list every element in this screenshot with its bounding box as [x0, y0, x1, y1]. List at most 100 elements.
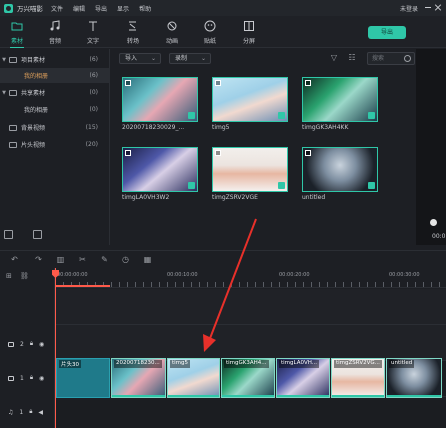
title-bar: 万兴喵影 文件 编辑 导出 显示 帮助 未登录 [0, 0, 446, 16]
chevron-down-icon: ⌄ [200, 55, 206, 62]
volume-slider-knob[interactable] [430, 219, 437, 226]
grid-view-icon[interactable]: ☷ [347, 53, 357, 63]
transition-icon [129, 21, 136, 31]
media-panel: 导入 ⌄ 录制 ⌄ ▽ ☷ 搜索 20200718230029_... timg… [111, 49, 416, 245]
timeline-clip[interactable]: timgZSRV2VG... [331, 358, 385, 398]
timeline-ruler[interactable]: 00:00:00:00 00:00:10:00 00:00:20:00 00:0… [55, 268, 446, 288]
delete-folder-icon[interactable] [33, 230, 42, 239]
expand-down-icon[interactable]: ▼ [0, 90, 8, 96]
export-button[interactable]: 导出 [368, 26, 406, 39]
speaker-icon[interactable]: ◀ [38, 409, 43, 416]
playhead[interactable] [55, 268, 56, 428]
media-item[interactable]: timgZSRV2VGE [212, 147, 288, 202]
video-track-2[interactable] [56, 325, 446, 361]
timeline-clip[interactable]: 片头30 [56, 358, 110, 398]
track-header-icons: ⊞ ⛓ [6, 272, 29, 280]
minimize-icon[interactable] [424, 3, 432, 11]
menu-edit[interactable]: 编辑 [73, 4, 85, 13]
expand-down-icon[interactable]: ▼ [0, 57, 8, 63]
work-area-bar[interactable] [55, 285, 110, 287]
sidebar-item-opening-video[interactable]: 片头视频 (20) [0, 137, 110, 152]
chevron-down-icon: ⌄ [150, 55, 156, 62]
media-item[interactable]: 20200718230029_... [122, 77, 198, 132]
check-icon [368, 182, 375, 189]
check-icon [278, 112, 285, 119]
link-icon[interactable]: ⛓ [20, 272, 29, 280]
menu-view[interactable]: 显示 [117, 4, 129, 13]
image-tag-icon [215, 150, 221, 156]
ruler-ticks [55, 282, 446, 287]
mosaic-icon[interactable]: ▦ [143, 255, 152, 264]
track-2-controls: 2 🔒︎ ◉ [8, 340, 44, 348]
lock-icon[interactable]: 🔒︎ [30, 374, 33, 382]
timeline-clip[interactable]: timg5 [167, 358, 220, 398]
tab-split-screen[interactable]: 分屏 [236, 20, 262, 45]
timeline-clip[interactable]: timgLA0VH... [276, 358, 330, 398]
add-track-icon[interactable]: ⊞ [6, 272, 12, 280]
audio-track[interactable] [56, 400, 446, 428]
image-tag-icon [305, 80, 311, 86]
track-controls: ⊞ ⛓ 2 🔒︎ ◉ 1 🔒︎ ◉ ♫ 1 🔒︎ ◀ [0, 268, 55, 428]
close-icon[interactable] [434, 3, 442, 11]
app-logo-icon [4, 3, 13, 13]
media-filter-bar: 导入 ⌄ 录制 ⌄ ▽ ☷ 搜索 [111, 49, 416, 67]
check-icon [188, 182, 195, 189]
check-icon [368, 112, 375, 119]
menu-bar: 文件 编辑 导出 显示 帮助 [51, 4, 161, 13]
folder-icon [9, 56, 17, 63]
tab-transition[interactable]: 转场 [120, 20, 146, 45]
media-item[interactable]: timg5 [212, 77, 288, 132]
video-track-icon [8, 375, 14, 381]
tab-text[interactable]: 文字 [80, 20, 106, 45]
media-thumbnail [302, 147, 378, 192]
check-icon [188, 112, 195, 119]
folder-icon [11, 22, 23, 31]
tab-animation[interactable]: 动画 [159, 20, 185, 45]
menu-file[interactable]: 文件 [51, 4, 63, 13]
speed-icon[interactable]: ◷ [121, 255, 130, 264]
sticker-icon [204, 20, 216, 32]
media-item[interactable]: timgGK3AH4KK [302, 77, 378, 132]
sidebar-item-my-album[interactable]: 我的相册 (6) [0, 68, 110, 83]
timeline-clip[interactable]: 20200718230... [111, 358, 166, 398]
sidebar-item-my-album-2[interactable]: 我的相册 (0) [0, 102, 110, 117]
import-dropdown[interactable]: 导入 ⌄ [119, 53, 161, 64]
search-icon[interactable] [404, 55, 411, 62]
lock-icon[interactable]: 🔒︎ [29, 408, 32, 416]
menu-export[interactable]: 导出 [95, 4, 107, 13]
media-thumbnail [122, 147, 198, 192]
filter-icon[interactable]: ▽ [329, 53, 339, 63]
media-thumbnail [212, 147, 288, 192]
track-1-controls: 1 🔒︎ ◉ [8, 374, 44, 382]
login-status[interactable]: 未登录 [400, 4, 418, 13]
media-item[interactable]: untitled [302, 147, 378, 202]
lock-icon[interactable]: 🔒︎ [30, 340, 33, 348]
sidebar-item-project-media[interactable]: ▼ 项目素材 (6) [0, 52, 110, 67]
timeline-clip[interactable]: timgGK3AH4... [221, 358, 275, 398]
sidebar-item-background-video[interactable]: 背景视频 (15) [0, 120, 110, 135]
redo-icon[interactable]: ↷ [34, 255, 43, 264]
image-tag-icon [305, 150, 311, 156]
media-item[interactable]: timgLA0VH3W2 [122, 147, 198, 202]
split-screen-icon [244, 21, 254, 31]
image-tag-icon [215, 80, 221, 86]
new-folder-icon[interactable] [4, 230, 13, 239]
sidebar-item-shared-media[interactable]: ▼ 共享素材 (0) [0, 85, 110, 100]
cut-icon[interactable]: ✂ [78, 255, 87, 264]
timeline-clip[interactable]: untitled [386, 358, 442, 398]
tab-audio[interactable]: 音频 [42, 20, 68, 45]
pen-icon[interactable]: ✎ [100, 255, 109, 264]
delete-icon[interactable]: ▥ [56, 255, 65, 264]
undo-icon[interactable]: ↶ [10, 255, 19, 264]
menu-help[interactable]: 帮助 [139, 4, 151, 13]
record-dropdown[interactable]: 录制 ⌄ [169, 53, 211, 64]
media-library-sidebar: ▼ 项目素材 (6) 我的相册 (6) ▼ 共享素材 (0) 我的相册 (0) … [0, 49, 110, 245]
tab-sticker[interactable]: 贴纸 [197, 20, 223, 45]
eye-icon[interactable]: ◉ [39, 341, 44, 348]
tab-media[interactable]: 素材 [4, 20, 30, 48]
eye-icon[interactable]: ◉ [39, 375, 44, 382]
animation-icon [167, 21, 177, 31]
search-input[interactable]: 搜索 [367, 52, 415, 65]
video-track-icon [8, 341, 14, 347]
media-thumbnail [212, 77, 288, 122]
